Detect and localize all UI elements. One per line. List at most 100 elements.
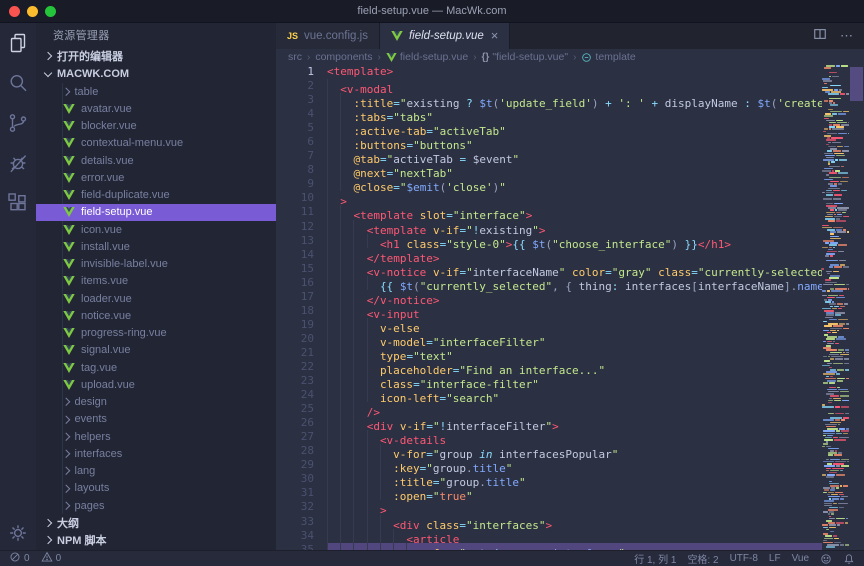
feedback-smiley-icon[interactable] bbox=[820, 553, 832, 565]
minimap[interactable] bbox=[822, 65, 849, 551]
code-line-16[interactable]: 16{{ $t("currently_selected", { thing: i… bbox=[276, 276, 822, 290]
code-line-11[interactable]: 11<template slot="interface"> bbox=[276, 205, 822, 219]
line-number[interactable]: 26 bbox=[276, 416, 327, 430]
search-icon[interactable] bbox=[6, 71, 30, 95]
code-line-8[interactable]: 8@next="nextTab" bbox=[276, 163, 822, 177]
tree-item-blocker.vue[interactable]: blocker.vue bbox=[36, 118, 276, 135]
line-number[interactable]: 20 bbox=[276, 332, 327, 346]
workspace-root-section[interactable]: MACWK.COM bbox=[36, 65, 276, 83]
explorer-icon[interactable] bbox=[6, 31, 30, 55]
problems-warning-count[interactable]: 0 bbox=[41, 551, 62, 566]
breadcrumb-item-1[interactable]: src bbox=[288, 51, 302, 63]
code-line-26[interactable]: 26<div v-if="!interfaceFilter"> bbox=[276, 416, 822, 430]
code-line-22[interactable]: 22placeholder="Find an interface..." bbox=[276, 360, 822, 374]
code-line-18[interactable]: 18<v-input bbox=[276, 304, 822, 318]
line-number[interactable]: 24 bbox=[276, 388, 327, 402]
extensions-icon[interactable] bbox=[6, 191, 30, 215]
code-line-7[interactable]: 7@tab="activeTab = $event" bbox=[276, 149, 822, 163]
line-number[interactable]: 33 bbox=[276, 515, 327, 529]
tree-item-notice.vue[interactable]: notice.vue bbox=[36, 307, 276, 324]
code-line-2[interactable]: 2<v-modal bbox=[276, 79, 822, 93]
status-item-1[interactable]: 行 1, 列 1 bbox=[634, 551, 676, 566]
close-tab-icon[interactable]: × bbox=[491, 31, 499, 41]
tree-item-lang[interactable]: lang bbox=[36, 463, 276, 480]
code-line-33[interactable]: 33<div class="interfaces"> bbox=[276, 515, 822, 529]
code-line-31[interactable]: 31:open="true" bbox=[276, 486, 822, 500]
line-number[interactable]: 9 bbox=[276, 177, 327, 191]
code-line-32[interactable]: 32> bbox=[276, 500, 822, 514]
tree-item-field-duplicate.vue[interactable]: field-duplicate.vue bbox=[36, 187, 276, 204]
tree-item-signal.vue[interactable]: signal.vue bbox=[36, 342, 276, 359]
settings-gear-icon[interactable] bbox=[6, 521, 30, 545]
code-line-21[interactable]: 21type="text" bbox=[276, 346, 822, 360]
code-line-20[interactable]: 20v-model="interfaceFilter" bbox=[276, 332, 822, 346]
tree-item-interfaces[interactable]: interfaces bbox=[36, 445, 276, 462]
code-line-9[interactable]: 9@close="$emit('close')" bbox=[276, 177, 822, 191]
line-number[interactable]: 8 bbox=[276, 163, 327, 177]
code-line-6[interactable]: 6:buttons="buttons" bbox=[276, 135, 822, 149]
status-item-4[interactable]: LF bbox=[769, 553, 781, 564]
line-number[interactable]: 5 bbox=[276, 121, 327, 135]
tree-item-install.vue[interactable]: install.vue bbox=[36, 238, 276, 255]
line-number[interactable]: 6 bbox=[276, 135, 327, 149]
code-line-10[interactable]: 10> bbox=[276, 191, 822, 205]
line-number[interactable]: 2 bbox=[276, 79, 327, 93]
line-number[interactable]: 21 bbox=[276, 346, 327, 360]
line-number[interactable]: 27 bbox=[276, 430, 327, 444]
line-number[interactable]: 17 bbox=[276, 290, 327, 304]
tree-item-items.vue[interactable]: items.vue bbox=[36, 273, 276, 290]
line-number[interactable]: 4 bbox=[276, 107, 327, 121]
line-number[interactable]: 16 bbox=[276, 276, 327, 290]
code-line-29[interactable]: 29:key="group.title" bbox=[276, 458, 822, 472]
code-line-4[interactable]: 4:tabs="tabs" bbox=[276, 107, 822, 121]
code-line-3[interactable]: 3:title="existing ? $t('update_field') +… bbox=[276, 93, 822, 107]
code-line-34[interactable]: 34<article bbox=[276, 529, 822, 543]
breadcrumb-item-3[interactable]: field-setup.vue bbox=[386, 51, 468, 63]
tree-item-pages[interactable]: pages bbox=[36, 497, 276, 514]
line-number[interactable]: 29 bbox=[276, 458, 327, 472]
tree-item-contextual-menu.vue[interactable]: contextual-menu.vue bbox=[36, 135, 276, 152]
line-number[interactable]: 11 bbox=[276, 205, 327, 219]
breadcrumb-item-2[interactable]: components bbox=[315, 51, 372, 63]
code-line-13[interactable]: 13<h1 class="style-0">{{ $t("choose_inte… bbox=[276, 234, 822, 248]
code-line-27[interactable]: 27<v-details bbox=[276, 430, 822, 444]
code-line-23[interactable]: 23class="interface-filter" bbox=[276, 374, 822, 388]
line-number[interactable]: 32 bbox=[276, 500, 327, 514]
tree-item-loader.vue[interactable]: loader.vue bbox=[36, 290, 276, 307]
code-line-30[interactable]: 30:title="group.title" bbox=[276, 472, 822, 486]
tree-item-invisible-label.vue[interactable]: invisible-label.vue bbox=[36, 256, 276, 273]
tree-item-helpers[interactable]: helpers bbox=[36, 428, 276, 445]
tree-item-events[interactable]: events bbox=[36, 411, 276, 428]
bell-icon[interactable] bbox=[843, 553, 855, 565]
code-line-5[interactable]: 5:active-tab="activeTab" bbox=[276, 121, 822, 135]
split-editor-icon[interactable] bbox=[813, 27, 827, 46]
line-number[interactable]: 28 bbox=[276, 444, 327, 458]
tab-field-setup.vue[interactable]: field-setup.vue× bbox=[380, 23, 510, 49]
line-number[interactable]: 7 bbox=[276, 149, 327, 163]
line-number[interactable]: 22 bbox=[276, 360, 327, 374]
source-control-icon[interactable] bbox=[6, 111, 30, 135]
tree-item-upload.vue[interactable]: upload.vue bbox=[36, 376, 276, 393]
scrollbar-slider[interactable] bbox=[850, 67, 863, 101]
code-line-14[interactable]: 14</template> bbox=[276, 248, 822, 262]
line-number[interactable]: 31 bbox=[276, 486, 327, 500]
open-editors-section[interactable]: 打开的编辑器 bbox=[36, 47, 276, 65]
more-actions-icon[interactable]: ⋯ bbox=[840, 28, 854, 44]
tree-item-layouts[interactable]: layouts bbox=[36, 480, 276, 497]
code-line-15[interactable]: 15<v-notice v-if="interfaceName" color="… bbox=[276, 262, 822, 276]
line-number[interactable]: 1 bbox=[276, 65, 327, 79]
problems-error-count[interactable]: 0 bbox=[9, 551, 30, 566]
debug-icon[interactable] bbox=[6, 151, 30, 175]
close-window-button[interactable] bbox=[9, 6, 20, 17]
line-number[interactable]: 19 bbox=[276, 318, 327, 332]
code-line-1[interactable]: 1<template> bbox=[276, 65, 822, 79]
tree-item-avatar.vue[interactable]: avatar.vue bbox=[36, 100, 276, 117]
code-line-12[interactable]: 12<template v-if="!existing"> bbox=[276, 220, 822, 234]
breadcrumb-item-4[interactable]: {}"field-setup.vue" bbox=[482, 51, 569, 63]
code-line-25[interactable]: 25/> bbox=[276, 402, 822, 416]
minimize-window-button[interactable] bbox=[27, 6, 38, 17]
maximize-window-button[interactable] bbox=[45, 6, 56, 17]
tree-item-tag.vue[interactable]: tag.vue bbox=[36, 359, 276, 376]
line-number[interactable]: 30 bbox=[276, 472, 327, 486]
tree-item-details.vue[interactable]: details.vue bbox=[36, 152, 276, 169]
